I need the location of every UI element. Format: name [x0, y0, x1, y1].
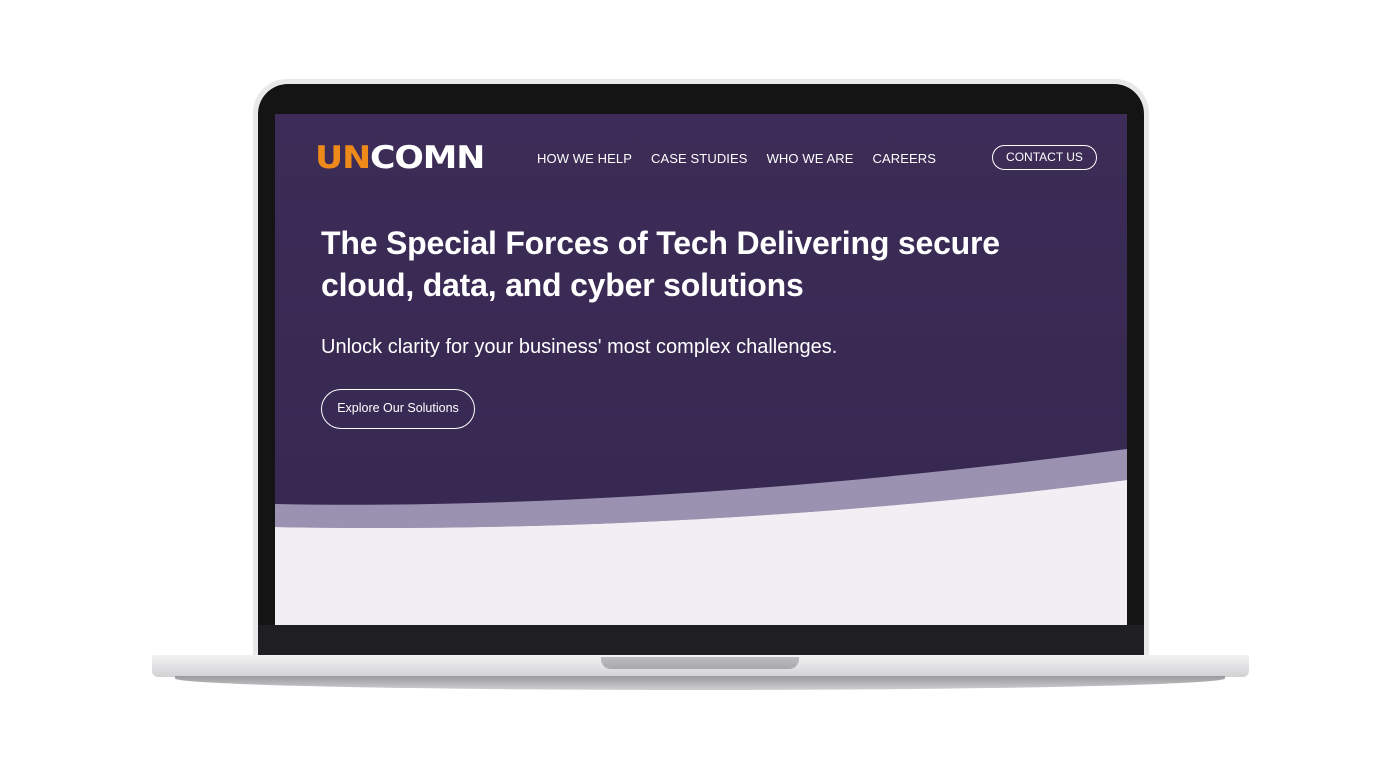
laptop-chin: [258, 625, 1144, 655]
nav-item-how-we-help[interactable]: HOW WE HELP: [537, 151, 632, 166]
logo-rest-text: COMN: [370, 140, 485, 176]
nav-item-case-studies[interactable]: CASE STUDIES: [651, 151, 748, 166]
headline-line-1: The Special Forces of Tech Delivering se…: [321, 225, 1000, 261]
contact-us-button[interactable]: CONTACT US: [992, 145, 1097, 170]
logo-accent-text: UN: [315, 140, 371, 176]
explore-solutions-button[interactable]: Explore Our Solutions: [321, 389, 475, 429]
nav-item-careers[interactable]: CAREERS: [873, 151, 937, 166]
nav-item-who-we-are[interactable]: WHO WE ARE: [767, 151, 854, 166]
hero-subheadline: Unlock clarity for your business' most c…: [321, 336, 838, 358]
laptop-screen: UNCOMN HOW WE HELP CASE STUDIES WHO WE A…: [275, 114, 1127, 625]
laptop-notch: [601, 657, 799, 669]
hero-wave: [275, 449, 1127, 625]
hero-section: UNCOMN HOW WE HELP CASE STUDIES WHO WE A…: [275, 114, 1127, 625]
uncomn-logo[interactable]: UNCOMN: [315, 140, 485, 176]
hero-headline: The Special Forces of Tech Delivering se…: [321, 222, 1021, 306]
main-nav: HOW WE HELP CASE STUDIES WHO WE ARE CARE…: [537, 151, 955, 166]
laptop-base-bottom: [175, 676, 1225, 690]
headline-line-2: cloud, data, and cyber solutions: [321, 267, 804, 303]
